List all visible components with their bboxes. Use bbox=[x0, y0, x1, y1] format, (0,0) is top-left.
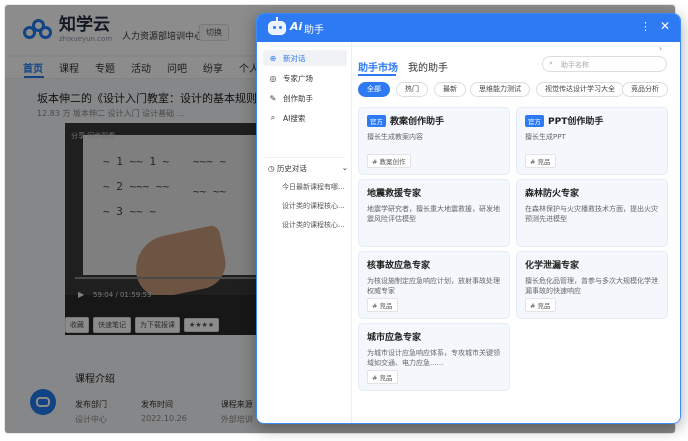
category-chips: 全部 热门 最新 思维能力测试 视觉传达设计学习大全 竞品分析 bbox=[358, 82, 678, 100]
card-title: 化学泄漏专家 bbox=[525, 261, 580, 271]
card-desc: 为城市设计应急响应体系，专攻城市关键领域如交通、电力应急...... bbox=[367, 349, 500, 367]
history-item[interactable]: 设计类的课程核心... bbox=[282, 220, 345, 230]
card-tag: # 竞品 bbox=[525, 154, 556, 168]
card-desc: 擅长生成教案内容 bbox=[367, 133, 423, 141]
card-tag: # 竞品 bbox=[525, 298, 556, 312]
pen-icon: ✎ bbox=[269, 93, 277, 103]
chip-thinking-test[interactable]: 思维能力测试 bbox=[470, 82, 530, 97]
assistant-card[interactable]: 核事故应急专家 为核设施制定应急响应计划，放射事故处理权威专家 # 竞品 bbox=[358, 251, 510, 319]
card-title: 核事故应急专家 bbox=[367, 261, 431, 271]
sidebar-divider bbox=[265, 157, 345, 158]
tab-my-assistants[interactable]: 我的助手 bbox=[408, 59, 448, 74]
chevron-down-icon: ⌄ bbox=[341, 163, 348, 172]
card-title: 城市应急专家 bbox=[367, 333, 422, 343]
assistant-card[interactable]: 城市应急专家 为城市设计应急响应体系，专攻城市关键领域如交通、电力应急.....… bbox=[358, 323, 510, 391]
assistant-card[interactable]: 官方 教案创作助手 擅长生成教案内容 # 教案创作 bbox=[358, 107, 510, 175]
card-title: 教案创作助手 bbox=[390, 117, 445, 127]
history-item[interactable]: 设计类的课程核心... bbox=[282, 201, 345, 211]
sidebar-item-experts[interactable]: ◎ 专家广场 bbox=[263, 70, 347, 86]
card-tag: # 竞品 bbox=[367, 370, 398, 384]
chip-all[interactable]: 全部 bbox=[358, 82, 390, 97]
assistant-content: 助手市场 我的助手 ⌕ 助手名称 全部 热门 最新 思维能力测试 视觉传达设计学… bbox=[353, 42, 680, 423]
chevron-right-icon[interactable]: › bbox=[659, 44, 662, 53]
card-desc: 在森林保护与火灾播救技术方面，提出火灾预测先进模型 bbox=[525, 205, 658, 223]
eye-icon: ◎ bbox=[269, 73, 277, 83]
sidebar-item-ai-search[interactable]: ⌕ AI搜索 bbox=[263, 110, 347, 126]
chip-visual-design[interactable]: 视觉传达设计学习大全 bbox=[536, 82, 624, 97]
card-desc: 擅长生成PPT bbox=[525, 133, 566, 141]
search-icon: ⌕ bbox=[270, 113, 276, 122]
more-icon[interactable]: ⋮ bbox=[640, 20, 651, 33]
screen: 知学云 zhixueyun.com 人力资源部培训中心 切换 首页 课程 专题 … bbox=[0, 0, 688, 441]
assistant-card[interactable]: 官方 PPT创作助手 擅长生成PPT # 竞品 bbox=[516, 107, 668, 175]
search-icon: ⌕ bbox=[549, 59, 553, 67]
assistant-sidebar: ⊕ 新对话 ◎ 专家广场 ✎ 创作助手 ⌕ AI搜索 ◷ 历史对话 ⌄ 今日最新… bbox=[257, 42, 352, 423]
history-icon: ◷ bbox=[268, 164, 277, 173]
tab-market[interactable]: 助手市场 bbox=[358, 59, 398, 74]
card-tag: # 教案创作 bbox=[367, 154, 411, 168]
card-title: 森林防火专家 bbox=[525, 189, 580, 199]
history-item[interactable]: 今日最新课程有哪... bbox=[282, 182, 345, 192]
sidebar-item-label: 专家广场 bbox=[283, 73, 313, 83]
official-badge: 官方 bbox=[367, 114, 386, 127]
card-tag: # 竞品 bbox=[367, 298, 398, 312]
card-title: 地震救援专家 bbox=[367, 189, 422, 199]
assistant-panel: Ai 助手 ⋮ ✕ ⊕ 新对话 ◎ 专家广场 ✎ 创作助手 ⌕ AI搜索 ◷ 历… bbox=[256, 13, 681, 424]
card-desc: 为核设施制定应急响应计划，放射事故处理权威专家 bbox=[367, 277, 500, 295]
sidebar-item-creation[interactable]: ✎ 创作助手 bbox=[263, 90, 347, 106]
assistant-card[interactable]: 森林防火专家 在森林保护与火灾播救技术方面，提出火灾预测先进模型 bbox=[516, 179, 668, 247]
search-input[interactable]: ⌕ 助手名称 bbox=[542, 56, 667, 72]
ai-mark: Ai bbox=[290, 20, 303, 33]
card-desc: 地震学研究者，擅长重大地震救援，研发地震风险评估模型 bbox=[367, 205, 500, 223]
history-header[interactable]: ◷ 历史对话 ⌄ bbox=[268, 163, 348, 174]
tab-active-indicator bbox=[358, 74, 396, 76]
official-badge: 官方 bbox=[525, 114, 544, 127]
assistant-title: 助手 bbox=[304, 25, 324, 36]
sidebar-item-new-chat[interactable]: ⊕ 新对话 bbox=[263, 50, 347, 66]
history-label: 历史对话 bbox=[276, 164, 307, 173]
sidebar-item-label: 创作助手 bbox=[283, 93, 313, 103]
card-desc: 擅长危化品管理，曾参与多次大规模化学泄漏事故的快速响应 bbox=[525, 277, 658, 295]
chip-latest[interactable]: 最新 bbox=[434, 82, 466, 97]
assistant-card[interactable]: 地震救援专家 地震学研究者，擅长重大地震救援，研发地震风险评估模型 bbox=[358, 179, 510, 247]
assistant-card[interactable]: 化学泄漏专家 擅长危化品管理，曾参与多次大规模化学泄漏事故的快速响应 # 竞品 bbox=[516, 251, 668, 319]
assistant-header: Ai 助手 ⋮ ✕ bbox=[257, 14, 680, 42]
chip-hot[interactable]: 热门 bbox=[396, 82, 428, 97]
chip-competitor[interactable]: 竞品分析 bbox=[622, 82, 668, 97]
chat-plus-icon: ⊕ bbox=[269, 53, 277, 63]
sidebar-item-label: 新对话 bbox=[283, 53, 306, 63]
sidebar-item-label: AI搜索 bbox=[283, 113, 306, 123]
close-icon[interactable]: ✕ bbox=[660, 19, 670, 33]
search-placeholder: 助手名称 bbox=[561, 61, 589, 69]
robot-icon bbox=[267, 17, 287, 37]
card-title: PPT创作助手 bbox=[548, 117, 604, 127]
